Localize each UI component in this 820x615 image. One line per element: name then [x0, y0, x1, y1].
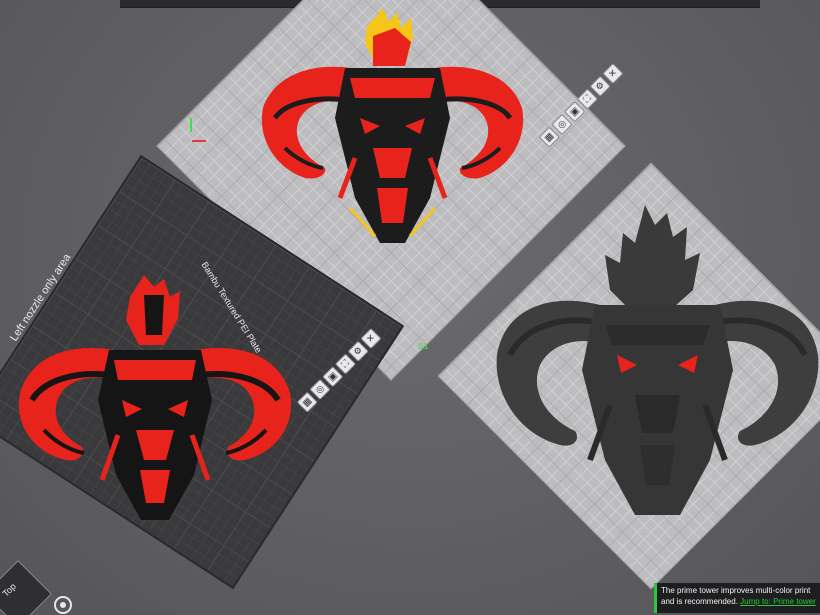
model-demon-head-3[interactable] [495, 205, 820, 523]
model-demon-head-1[interactable] [255, 8, 530, 253]
axis-x-indicator [192, 140, 206, 142]
notification-text-2: and is recommended. Jump to: Prime tower [661, 596, 820, 607]
3d-viewport[interactable]: 01 ▦ ◎ ▣ ⛶ ⚙ ✕ Left nozzle only area Bam… [0, 0, 820, 615]
notification-text: The prime tower improves multi-color pri… [661, 586, 811, 595]
notification-text-2-content: and is recommended. [661, 597, 738, 606]
jump-to-prime-tower-link[interactable]: Jump to: Prime tower [740, 597, 816, 606]
camera-orbit-icon[interactable] [54, 596, 72, 614]
prime-tower-notification: The prime tower improves multi-color pri… [654, 583, 820, 613]
model-demon-head-2[interactable] [14, 275, 296, 523]
plate-number-1: 01 [418, 342, 429, 352]
axis-y-indicator [190, 118, 192, 132]
